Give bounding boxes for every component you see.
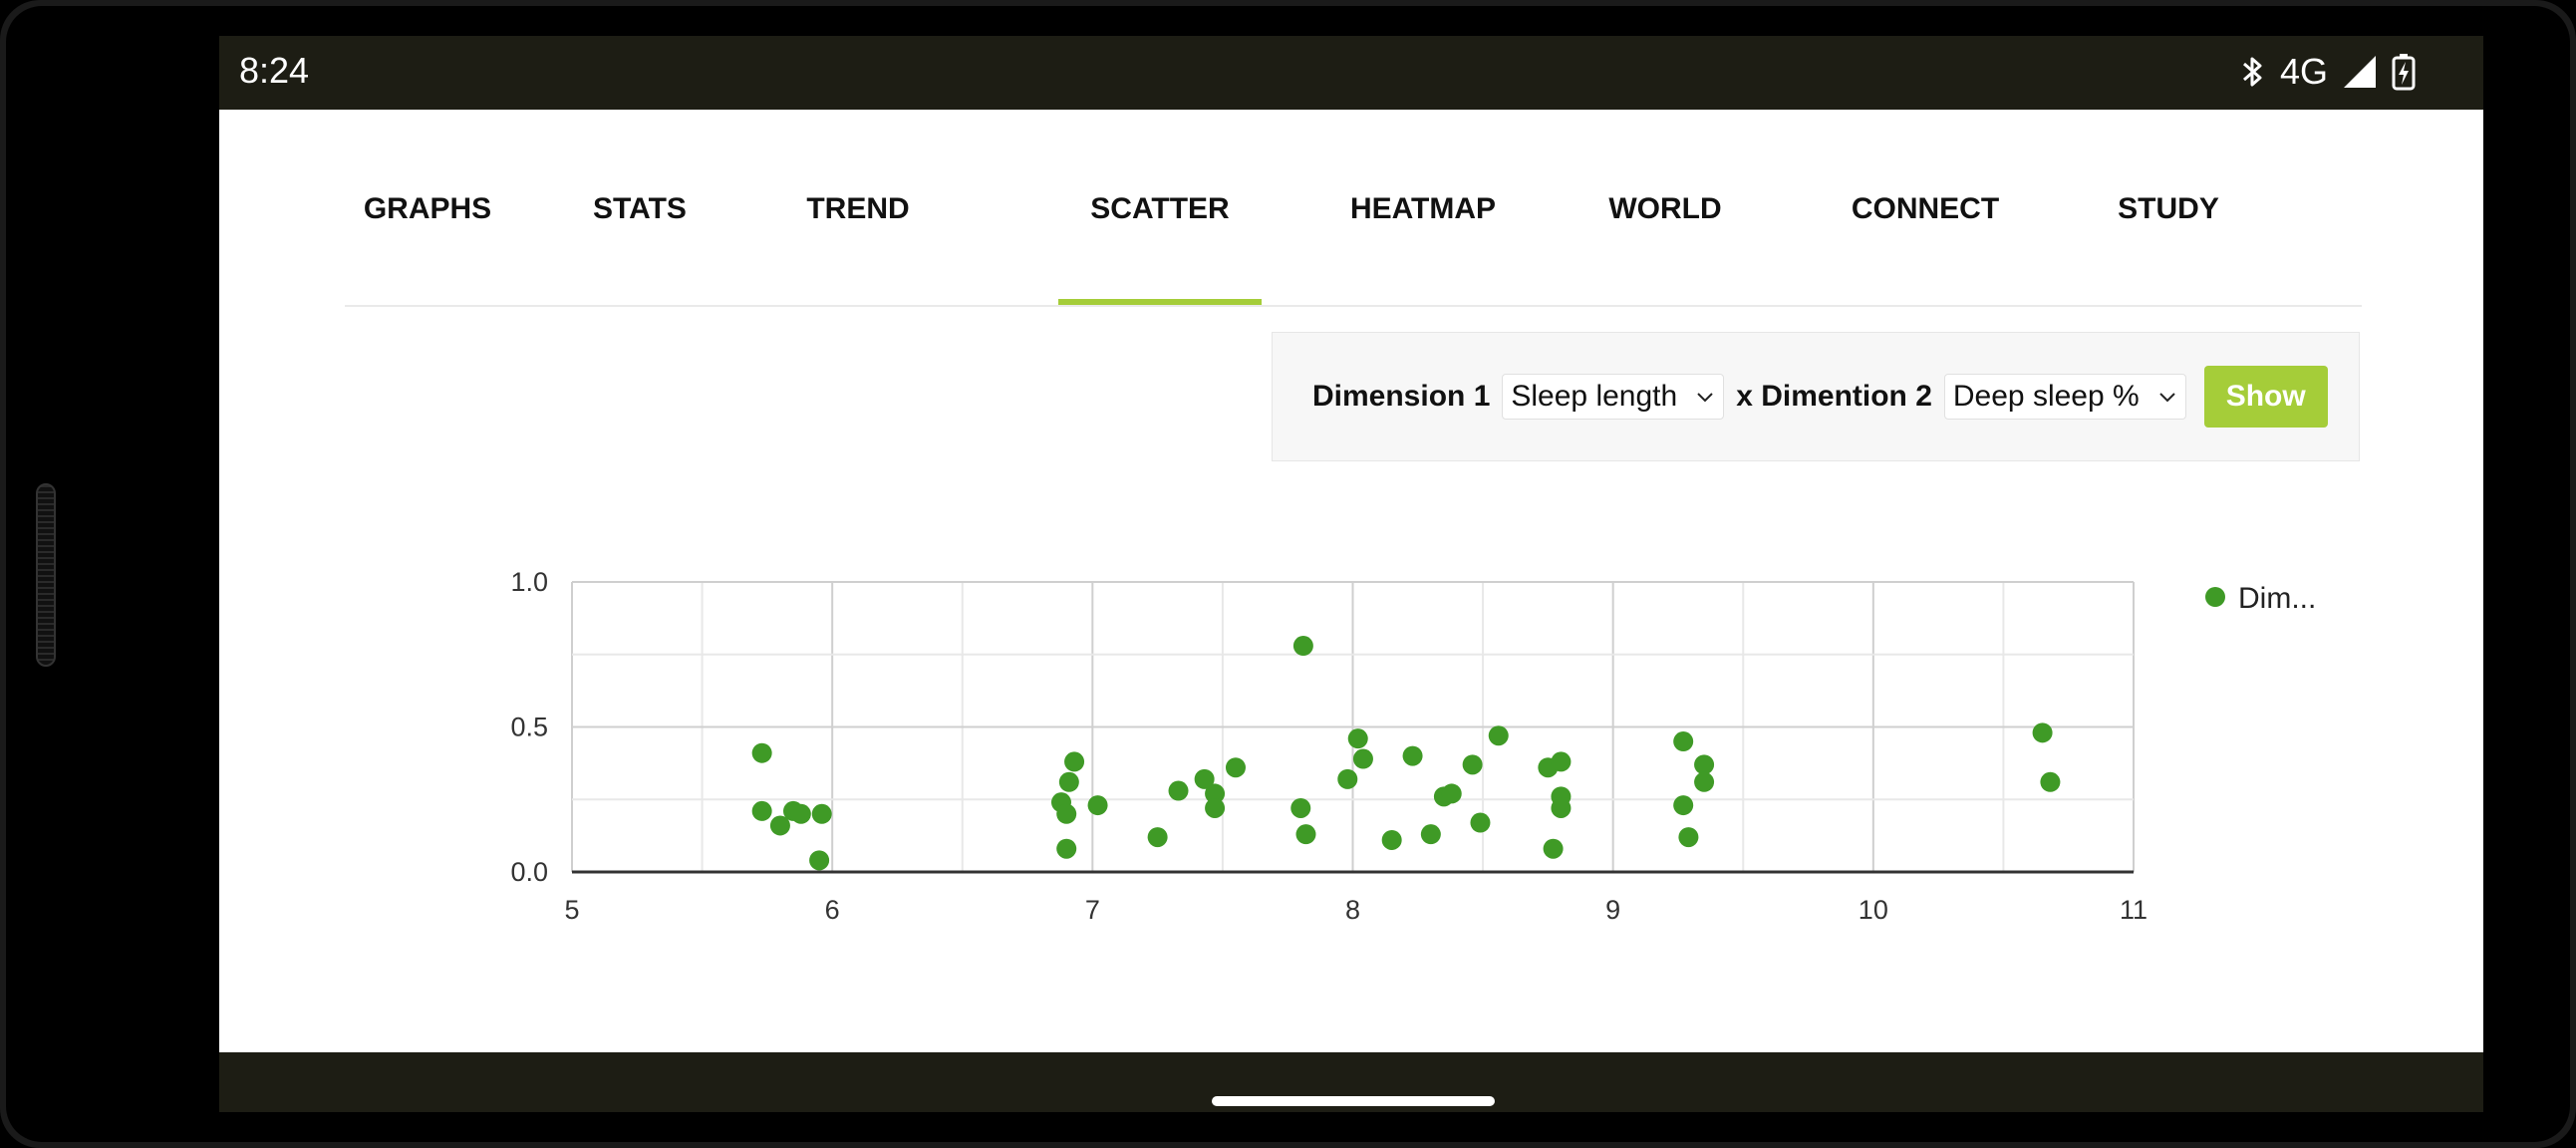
- data-point: [1551, 797, 1572, 818]
- data-point: [1337, 768, 1358, 789]
- scatter-chart: 5 6 7 8 9 10 11 0.0 0.5 1.0 Dim...: [510, 567, 2316, 925]
- data-point: [1087, 795, 1108, 816]
- navigation-bar: [219, 1052, 2483, 1112]
- data-point: [1673, 795, 1694, 816]
- home-gesture-handle[interactable]: [1212, 1096, 1495, 1106]
- data-point: [1225, 757, 1246, 778]
- x-tick-label: 8: [1345, 895, 1360, 925]
- data-point: [1290, 797, 1311, 818]
- side-speaker: [36, 483, 56, 667]
- device-frame: 8:24 4G GRAPHS STATS TREND SCATTER HEATM…: [0, 0, 2576, 1148]
- y-tick-label: 1.0: [510, 567, 548, 597]
- data-point: [1488, 725, 1509, 746]
- data-point: [1292, 636, 1313, 657]
- legend-label: Dim...: [2238, 582, 2316, 615]
- x-tick-label: 10: [1859, 895, 1888, 925]
- x-tick-label: 7: [1085, 895, 1100, 925]
- y-tick-label: 0.5: [510, 713, 548, 742]
- x-tick-label: 9: [1605, 895, 1620, 925]
- data-point: [1673, 731, 1694, 752]
- data-point: [1205, 797, 1226, 818]
- data-point: [1056, 838, 1077, 859]
- data-point: [1694, 754, 1715, 775]
- data-point: [1056, 803, 1077, 824]
- data-point: [809, 850, 830, 871]
- chart-grid: [571, 581, 2135, 872]
- data-point: [751, 742, 772, 763]
- data-point: [2032, 722, 2053, 743]
- chart-points: [751, 636, 2061, 871]
- data-point: [1694, 771, 1715, 792]
- data-point: [2040, 771, 2061, 792]
- data-point: [1441, 783, 1462, 804]
- x-tick-label: 6: [825, 895, 840, 925]
- y-tick-label: 0.0: [510, 857, 548, 887]
- chart-legend[interactable]: Dim...: [2205, 582, 2316, 615]
- data-point: [1147, 827, 1168, 848]
- data-point: [1551, 751, 1572, 772]
- data-point: [1543, 838, 1564, 859]
- data-point: [1058, 771, 1079, 792]
- data-point: [1347, 728, 1368, 749]
- data-point: [1295, 824, 1316, 845]
- x-tick-label: 5: [564, 895, 579, 925]
- screen: 8:24 4G GRAPHS STATS TREND SCATTER HEATM…: [219, 36, 2483, 1112]
- data-point: [1381, 829, 1402, 850]
- x-tick-label: 11: [2120, 895, 2147, 925]
- legend-marker: [2205, 587, 2225, 607]
- data-point: [751, 800, 772, 821]
- data-point: [1352, 748, 1373, 769]
- data-point: [1470, 812, 1491, 833]
- data-point: [1064, 751, 1085, 772]
- data-point: [811, 803, 832, 824]
- data-point: [790, 803, 811, 824]
- data-point: [1462, 754, 1483, 775]
- data-point: [1402, 745, 1423, 766]
- data-point: [1420, 824, 1441, 845]
- data-point: [1678, 827, 1699, 848]
- data-point: [1168, 780, 1189, 801]
